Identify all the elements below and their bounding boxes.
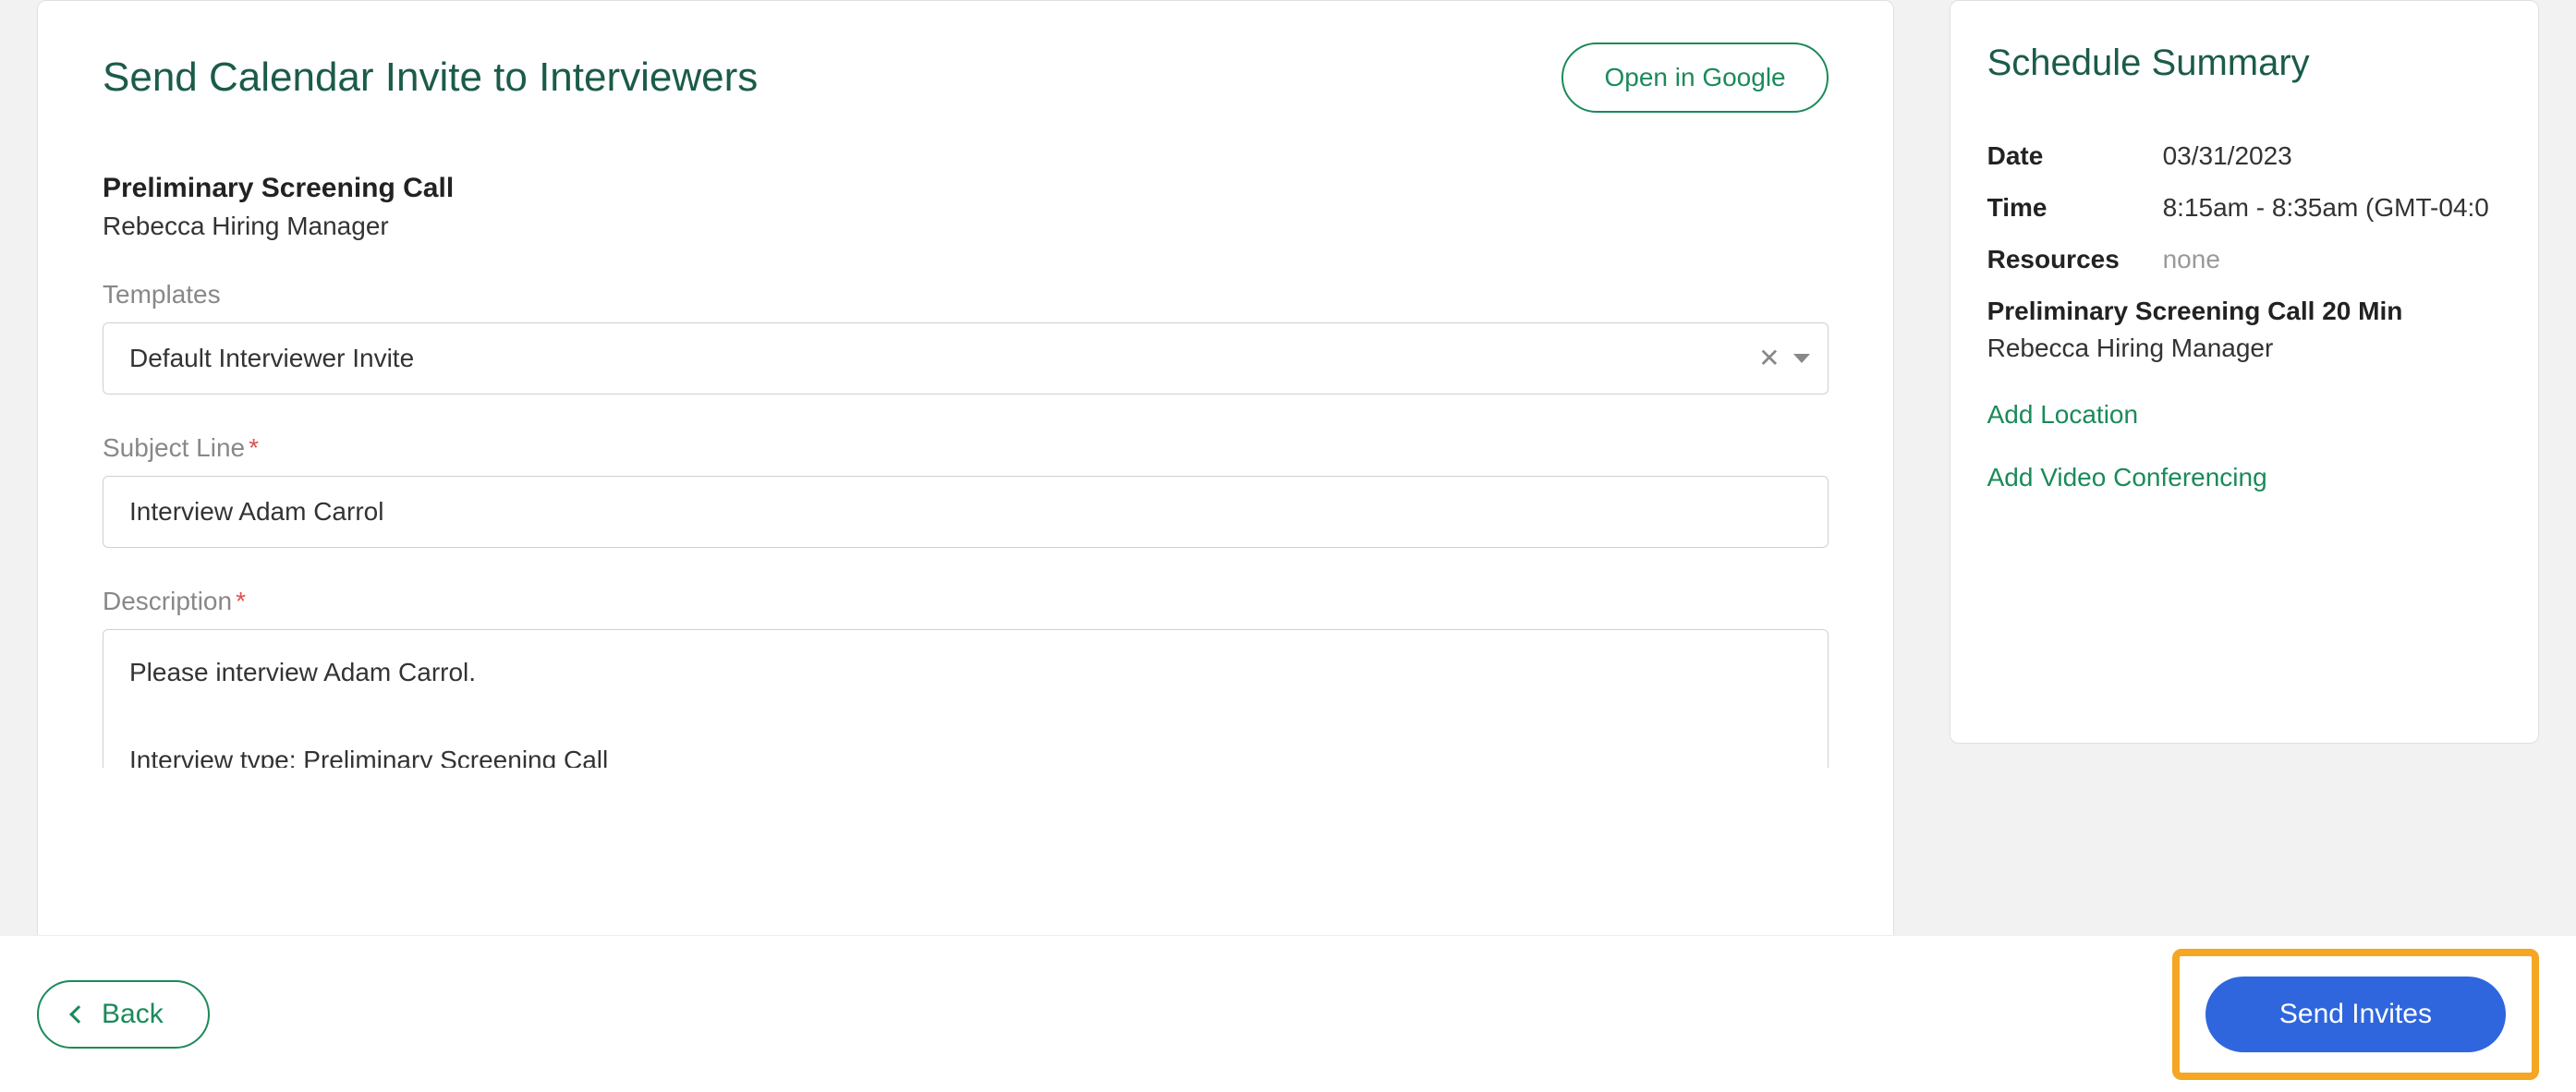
summary-time-row: Time 8:15am - 8:35am (GMT-04:0 (1987, 193, 2501, 223)
description-textarea[interactable]: Please interview Adam Carrol. Interview … (103, 629, 1829, 768)
summary-date-value: 03/31/2023 (2163, 141, 2292, 171)
add-video-conferencing-link[interactable]: Add Video Conferencing (1987, 463, 2501, 492)
summary-time-label: Time (1987, 193, 2163, 223)
back-button-label: Back (102, 999, 164, 1030)
footer-bar: Back Send Invites (0, 935, 2576, 1092)
send-invites-highlight: Send Invites (2172, 949, 2539, 1080)
templates-selected-value: Default Interviewer Invite (129, 344, 414, 373)
description-label: Description* (103, 587, 1829, 616)
summary-time-value: 8:15am - 8:35am (GMT-04:0 (2163, 193, 2489, 223)
summary-call-title: Preliminary Screening Call 20 Min (1987, 297, 2501, 326)
templates-select[interactable]: Default Interviewer Invite (103, 322, 1829, 394)
calendar-invite-card: Send Calendar Invite to Interviewers Ope… (37, 0, 1894, 1092)
summary-date-label: Date (1987, 141, 2163, 171)
chevron-left-icon (69, 1005, 88, 1024)
clear-icon[interactable]: ✕ (1758, 346, 1780, 371)
required-asterisk: * (236, 587, 246, 615)
card-header: Send Calendar Invite to Interviewers Ope… (103, 42, 1829, 113)
summary-person: Rebecca Hiring Manager (1987, 334, 2501, 363)
subject-label: Subject Line* (103, 433, 1829, 463)
templates-label: Templates (103, 280, 1829, 309)
subject-input[interactable] (103, 476, 1829, 548)
chevron-down-icon[interactable] (1793, 354, 1810, 363)
summary-resources-value: none (2163, 245, 2220, 274)
templates-select-wrapper: Default Interviewer Invite ✕ (103, 322, 1829, 394)
required-asterisk: * (249, 433, 259, 462)
interviewer-name: Rebecca Hiring Manager (103, 212, 1829, 241)
open-in-google-button[interactable]: Open in Google (1561, 42, 1828, 113)
send-invites-button[interactable]: Send Invites (2205, 977, 2506, 1052)
summary-resources-label: Resources (1987, 245, 2163, 274)
page-title: Send Calendar Invite to Interviewers (103, 55, 758, 101)
back-button[interactable]: Back (37, 980, 210, 1049)
call-name: Preliminary Screening Call (103, 173, 1829, 204)
description-label-text: Description (103, 587, 232, 615)
summary-resources-row: Resources none (1987, 245, 2501, 274)
subject-label-text: Subject Line (103, 433, 245, 462)
schedule-summary-card: Schedule Summary Date 03/31/2023 Time 8:… (1950, 0, 2539, 744)
select-icons: ✕ (1758, 346, 1809, 371)
summary-date-row: Date 03/31/2023 (1987, 141, 2501, 171)
add-location-link[interactable]: Add Location (1987, 400, 2501, 430)
summary-title: Schedule Summary (1987, 42, 2501, 84)
